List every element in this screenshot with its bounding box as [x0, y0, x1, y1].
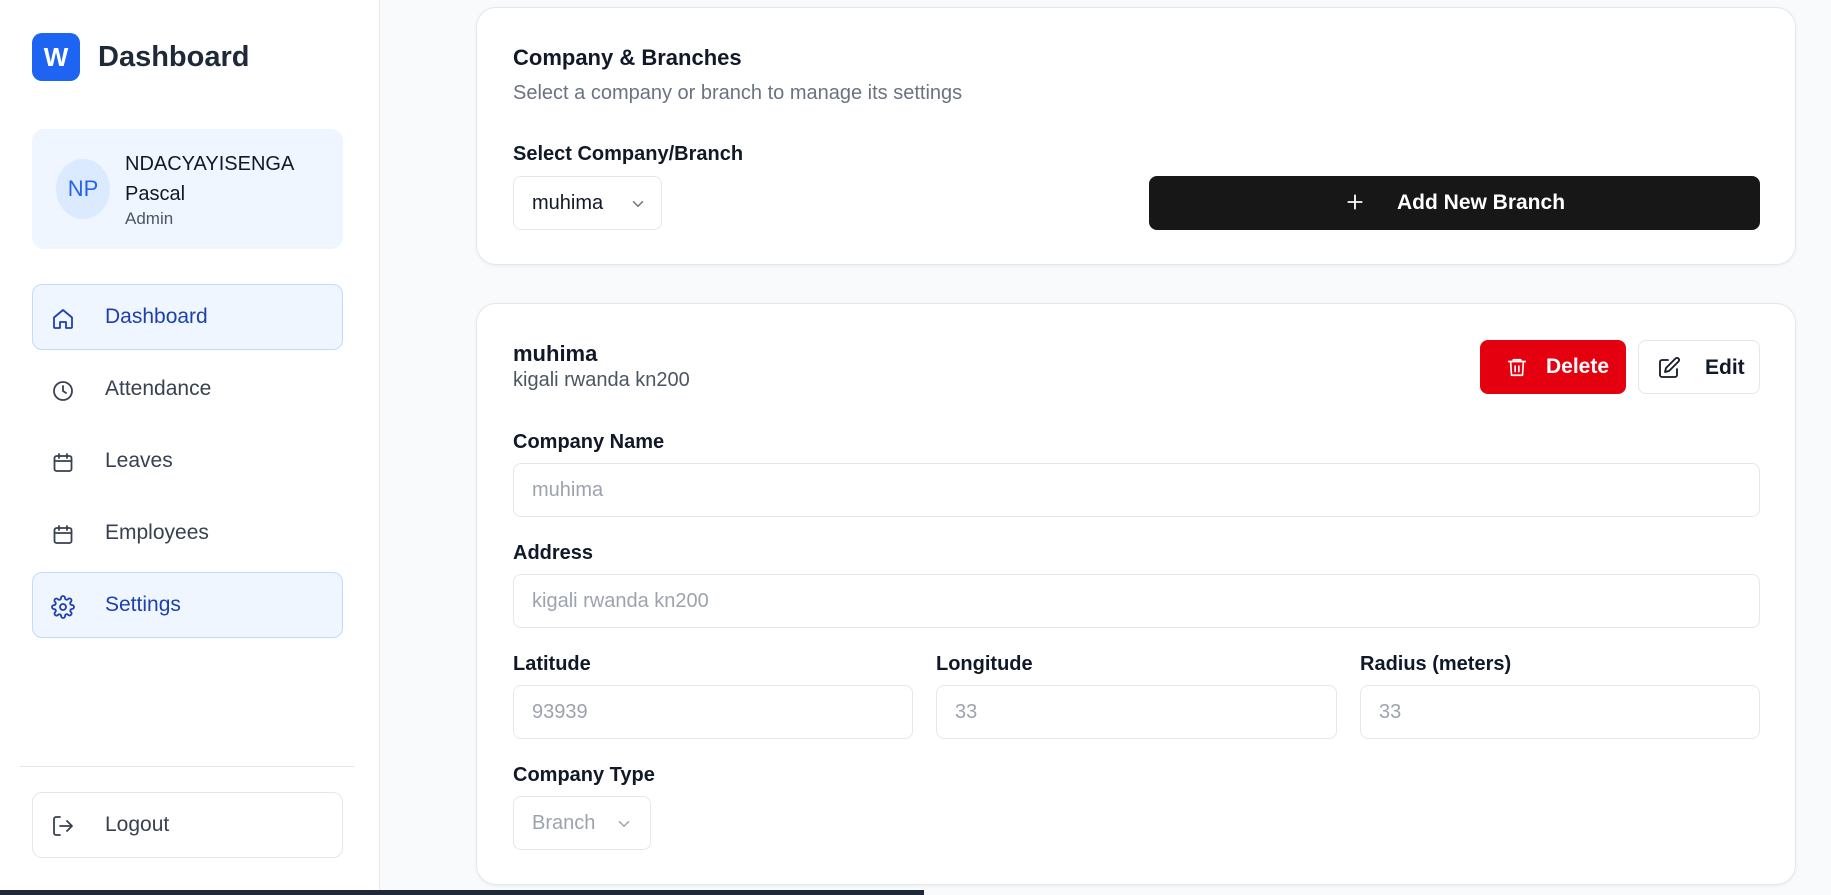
address-label: Address	[513, 542, 594, 564]
user-profile-card: NP NDACYAYISENGA Pascal Admin	[32, 129, 343, 249]
sidebar-item-label: Attendance	[105, 377, 212, 400]
sidebar-item-attendance[interactable]: Attendance	[32, 356, 343, 422]
sidebar-item-label: Employees	[105, 521, 209, 544]
sidebar-item-leaves[interactable]: Leaves	[32, 428, 343, 494]
delete-label: Delete	[1546, 355, 1610, 378]
add-new-branch-label: Add New Branch	[1397, 191, 1566, 214]
brand-title: Dashboard	[98, 40, 250, 73]
select-company-label: Select Company/Branch	[513, 143, 744, 165]
avatar: NP	[56, 159, 110, 219]
sidebar-item-dashboard[interactable]: Dashboard	[32, 284, 343, 350]
logout-label: Logout	[105, 813, 170, 836]
clock-icon	[53, 381, 73, 401]
latitude-input[interactable]	[513, 685, 913, 739]
company-branch-select[interactable]: muhima	[513, 176, 662, 230]
latitude-label: Latitude	[513, 653, 591, 675]
brand-logo: W	[32, 33, 80, 81]
company-name-input[interactable]	[513, 463, 1760, 517]
user-name: NDACYAYISENGA Pascal	[125, 153, 294, 205]
sidebar: W Dashboard NP NDACYAYISENGA Pascal Admi…	[0, 0, 380, 895]
sidebar-item-label: Leaves	[105, 449, 173, 472]
calendar-icon	[53, 525, 73, 544]
chevron-down-icon	[632, 201, 644, 208]
branch-name: muhima	[513, 341, 598, 366]
sidebar-item-settings[interactable]: Settings	[32, 572, 343, 638]
delete-button[interactable]: Delete	[1480, 340, 1626, 394]
company-type-select[interactable]: Branch	[513, 796, 651, 850]
company-name-label: Company Name	[513, 431, 665, 453]
brand: W Dashboard	[32, 33, 249, 81]
sidebar-item-label: Dashboard	[105, 305, 208, 328]
selected-company: muhima	[532, 191, 604, 214]
logout-button[interactable]: Logout	[32, 792, 343, 858]
company-type-value: Branch	[532, 811, 596, 834]
sidebar-item-employees[interactable]: Employees	[32, 500, 343, 566]
calendar-icon	[53, 453, 73, 472]
taskbar-edge	[0, 890, 924, 895]
plus-icon	[1347, 194, 1363, 210]
sidebar-divider	[20, 766, 354, 767]
trash-icon	[1507, 358, 1527, 377]
company-type-label: Company Type	[513, 764, 655, 786]
longitude-label: Longitude	[936, 653, 1033, 675]
edit-label: Edit	[1705, 356, 1745, 379]
chevron-down-icon	[618, 821, 630, 828]
branch-details-card: muhima kigali rwanda kn200 Delete Edit C…	[476, 303, 1796, 885]
longitude-input[interactable]	[936, 685, 1337, 739]
card-subtitle: Select a company or branch to manage its…	[513, 82, 963, 104]
logout-icon	[53, 816, 73, 836]
card-title: Company & Branches	[513, 45, 742, 70]
radius-label: Radius (meters)	[1360, 653, 1512, 675]
company-branches-card: Company & Branches Select a company or b…	[476, 7, 1796, 265]
branch-address: kigali rwanda kn200	[513, 369, 690, 391]
gear-icon	[51, 595, 75, 619]
radius-input[interactable]	[1360, 685, 1760, 739]
home-icon	[53, 309, 73, 329]
sidebar-item-label: Settings	[105, 593, 181, 616]
address-input[interactable]	[513, 574, 1760, 628]
user-role: Admin	[125, 209, 174, 228]
edit-button[interactable]: Edit	[1638, 340, 1760, 394]
add-new-branch-button[interactable]: Add New Branch	[1149, 176, 1760, 230]
edit-icon	[1659, 357, 1680, 378]
